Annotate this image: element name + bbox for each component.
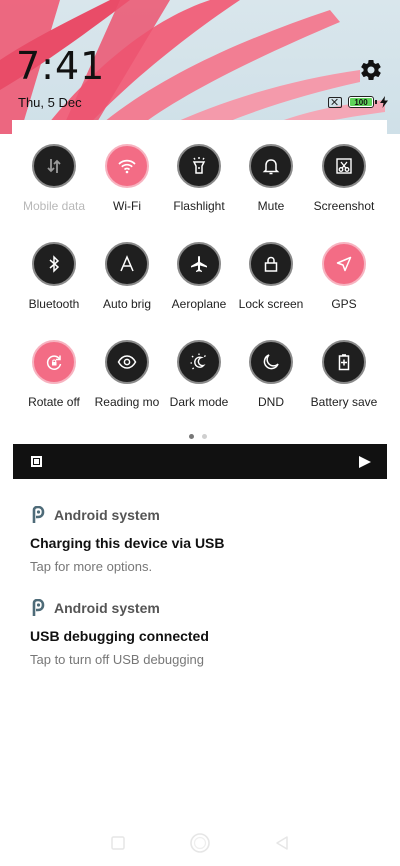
mobile-data-icon xyxy=(47,159,61,173)
tile-circle xyxy=(105,242,149,286)
tile-circle xyxy=(249,144,293,188)
location-arrow-icon xyxy=(336,256,352,272)
notification-usb-charging[interactable]: Android system Charging this device via … xyxy=(30,506,370,574)
page-indicator xyxy=(189,434,207,439)
tile-label: Dark mode xyxy=(169,395,229,409)
back-icon[interactable] xyxy=(276,836,288,850)
page-dot-active[interactable] xyxy=(189,434,194,439)
tile-circle xyxy=(177,242,221,286)
tile-circle xyxy=(249,242,293,286)
tile-label: Wi-Fi xyxy=(113,199,141,213)
moon-icon xyxy=(263,354,279,370)
tile-dnd[interactable]: DND xyxy=(233,340,309,409)
notification-app-name: Android system xyxy=(54,507,160,523)
eye-icon xyxy=(117,355,137,369)
bell-icon xyxy=(262,159,280,175)
tile-gps[interactable]: GPS xyxy=(306,242,382,311)
airplane-icon xyxy=(191,256,207,272)
flashlight-icon xyxy=(192,157,206,174)
tile-circle xyxy=(32,144,76,188)
tile-flashlight[interactable]: Flashlight xyxy=(161,144,237,213)
auto-brightness-icon xyxy=(120,255,134,272)
tile-circle xyxy=(105,144,149,188)
quick-settings-panel: Mobile data Wi-Fi Flashlight Mute Screen… xyxy=(12,120,387,450)
status-icons: 100 xyxy=(328,96,388,108)
notification-text: Tap for more options. xyxy=(30,559,153,574)
tile-label: Flashlight xyxy=(173,199,225,213)
tile-label: Bluetooth xyxy=(28,297,80,311)
tile-label: GPS xyxy=(331,297,357,311)
tile-rotate-off[interactable]: Rotate off xyxy=(16,340,92,409)
tile-circle xyxy=(105,340,149,384)
settings-gear-icon[interactable] xyxy=(359,58,383,82)
rotate-lock-icon xyxy=(46,355,62,370)
tile-reading-mode[interactable]: Reading mo xyxy=(89,340,165,409)
page-dot[interactable] xyxy=(202,434,207,439)
tile-label: Mobile data xyxy=(22,199,86,213)
tile-circle xyxy=(177,340,221,384)
android-system-icon xyxy=(32,506,45,523)
tile-screenshot[interactable]: Screenshot xyxy=(306,144,382,213)
recents-icon[interactable] xyxy=(111,836,125,850)
tile-label: Rotate off xyxy=(28,395,80,409)
tile-label: Screenshot xyxy=(313,199,375,213)
battery-icon: 100 xyxy=(348,96,377,108)
wifi-icon xyxy=(118,159,136,174)
notification-usb-debugging[interactable]: Android system USB debugging connected T… xyxy=(30,599,370,667)
bluetooth-icon xyxy=(49,255,60,273)
media-control-bar xyxy=(13,444,387,479)
tile-label: Lock screen xyxy=(238,297,304,311)
tile-circle xyxy=(32,340,76,384)
tile-mobile-data[interactable]: Mobile data xyxy=(16,144,92,213)
battery-level: 100 xyxy=(354,97,368,107)
notification-header: Android system xyxy=(30,506,370,524)
battery-saver-icon xyxy=(338,354,350,371)
tile-aeroplane[interactable]: Aeroplane xyxy=(161,242,237,311)
tile-battery-saver[interactable]: Battery save xyxy=(306,340,382,409)
notification-app-name: Android system xyxy=(54,600,160,616)
sim-off-icon xyxy=(328,96,342,108)
dark-mode-icon xyxy=(190,353,206,370)
tile-circle xyxy=(177,144,221,188)
clock: 7:41 xyxy=(16,44,106,88)
tile-circle xyxy=(32,242,76,286)
stop-icon[interactable] xyxy=(31,456,42,467)
tile-circle xyxy=(249,340,293,384)
tile-label: Mute xyxy=(257,199,285,213)
notification-title: USB debugging connected xyxy=(30,628,209,644)
scissors-icon xyxy=(336,158,352,174)
tile-bluetooth[interactable]: Bluetooth xyxy=(16,242,92,311)
lock-icon xyxy=(264,256,278,272)
tile-label: Aeroplane xyxy=(171,297,227,311)
wallpaper-header: 7:41 Thu, 5 Dec 100 xyxy=(0,0,400,134)
tile-wifi[interactable]: Wi-Fi xyxy=(89,144,165,213)
tile-circle xyxy=(322,144,366,188)
date: Thu, 5 Dec xyxy=(18,95,82,110)
tile-lock-screen[interactable]: Lock screen xyxy=(233,242,309,311)
tile-circle xyxy=(322,340,366,384)
play-icon[interactable] xyxy=(358,455,372,469)
tile-auto-brightness[interactable]: Auto brig xyxy=(89,242,165,311)
tile-label: Auto brig xyxy=(102,297,152,311)
home-icon[interactable] xyxy=(189,832,211,854)
tile-circle xyxy=(322,242,366,286)
navigation-bar xyxy=(0,826,400,866)
tile-label: Reading mo xyxy=(94,395,160,409)
android-system-icon xyxy=(32,599,45,616)
charging-bolt-icon xyxy=(380,96,388,108)
tile-label: Battery save xyxy=(310,395,378,409)
notification-title: Charging this device via USB xyxy=(30,535,225,551)
tile-dark-mode[interactable]: Dark mode xyxy=(161,340,237,409)
notification-text: Tap to turn off USB debugging xyxy=(30,652,204,667)
notification-header: Android system xyxy=(30,599,370,617)
tile-mute[interactable]: Mute xyxy=(233,144,309,213)
tile-label: DND xyxy=(258,395,284,409)
